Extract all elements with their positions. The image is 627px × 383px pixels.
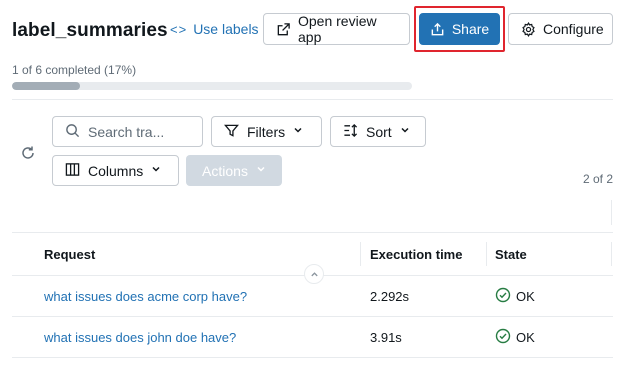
column-header-execution-time[interactable]: Execution time (370, 233, 462, 276)
column-header-state[interactable]: State (495, 233, 527, 276)
state-label: OK (516, 329, 535, 345)
external-link-icon (276, 22, 291, 37)
use-labels-link[interactable]: <> Use labels (170, 21, 259, 37)
request-link[interactable]: what issues does acme corp have? (44, 276, 247, 316)
column-divider (611, 200, 612, 225)
table-row[interactable]: what issues does acme corp have? 2.292s … (12, 276, 613, 317)
code-brackets-icon: <> (170, 21, 188, 37)
chevron-down-icon (256, 164, 266, 177)
request-link[interactable]: what issues does john doe have? (44, 317, 236, 357)
sort-dropdown[interactable]: Sort (330, 116, 426, 147)
progress-bar (12, 82, 412, 90)
search-icon (65, 123, 80, 141)
sort-icon (343, 123, 358, 141)
state-cell: OK (495, 317, 535, 357)
gear-icon (521, 21, 536, 37)
chevron-down-icon (293, 125, 303, 138)
search-box[interactable] (52, 116, 203, 147)
share-upload-icon (430, 22, 445, 37)
page-title: label_summaries (12, 20, 168, 41)
open-review-app-label: Open review app (298, 13, 377, 45)
filter-icon (224, 123, 239, 141)
traces-table: Request Execution time State what issues… (12, 232, 613, 358)
section-divider (12, 99, 613, 100)
actions-label: Actions (202, 162, 248, 179)
execution-time-value: 3.91s (370, 329, 402, 345)
open-review-app-button[interactable]: Open review app (263, 13, 410, 45)
filters-label: Filters (247, 123, 286, 140)
chevron-down-icon (151, 164, 161, 177)
state-cell: OK (495, 276, 535, 316)
configure-button[interactable]: Configure (508, 13, 613, 45)
progress-text: 1 of 6 completed (17%) (12, 63, 137, 77)
chevron-down-icon (400, 125, 410, 138)
share-label: Share (451, 21, 490, 37)
column-header-request[interactable]: Request (44, 233, 95, 276)
check-circle-icon (495, 287, 511, 306)
column-resize-handle[interactable] (611, 242, 612, 266)
search-input[interactable] (88, 123, 193, 140)
columns-dropdown[interactable]: Columns (52, 155, 179, 186)
columns-icon (65, 162, 80, 180)
check-circle-icon (495, 328, 511, 347)
use-labels-label: Use labels (193, 21, 259, 37)
table-header: Request Execution time State (12, 232, 613, 284)
refresh-icon[interactable] (20, 145, 36, 161)
column-resize-handle[interactable] (360, 242, 361, 266)
actions-button[interactable]: Actions (186, 155, 282, 186)
state-label: OK (516, 288, 535, 304)
share-button[interactable]: Share (419, 13, 500, 45)
pagination-status: 2 of 2 (582, 172, 613, 186)
table-row[interactable]: what issues does john doe have? 3.91s OK (12, 317, 613, 358)
column-resize-handle[interactable] (486, 242, 487, 266)
progress-bar-fill (12, 82, 80, 90)
sort-label: Sort (366, 123, 392, 140)
columns-label: Columns (88, 162, 144, 179)
configure-label: Configure (543, 21, 604, 37)
execution-time-value: 2.292s (370, 288, 410, 304)
filters-dropdown[interactable]: Filters (211, 116, 322, 147)
